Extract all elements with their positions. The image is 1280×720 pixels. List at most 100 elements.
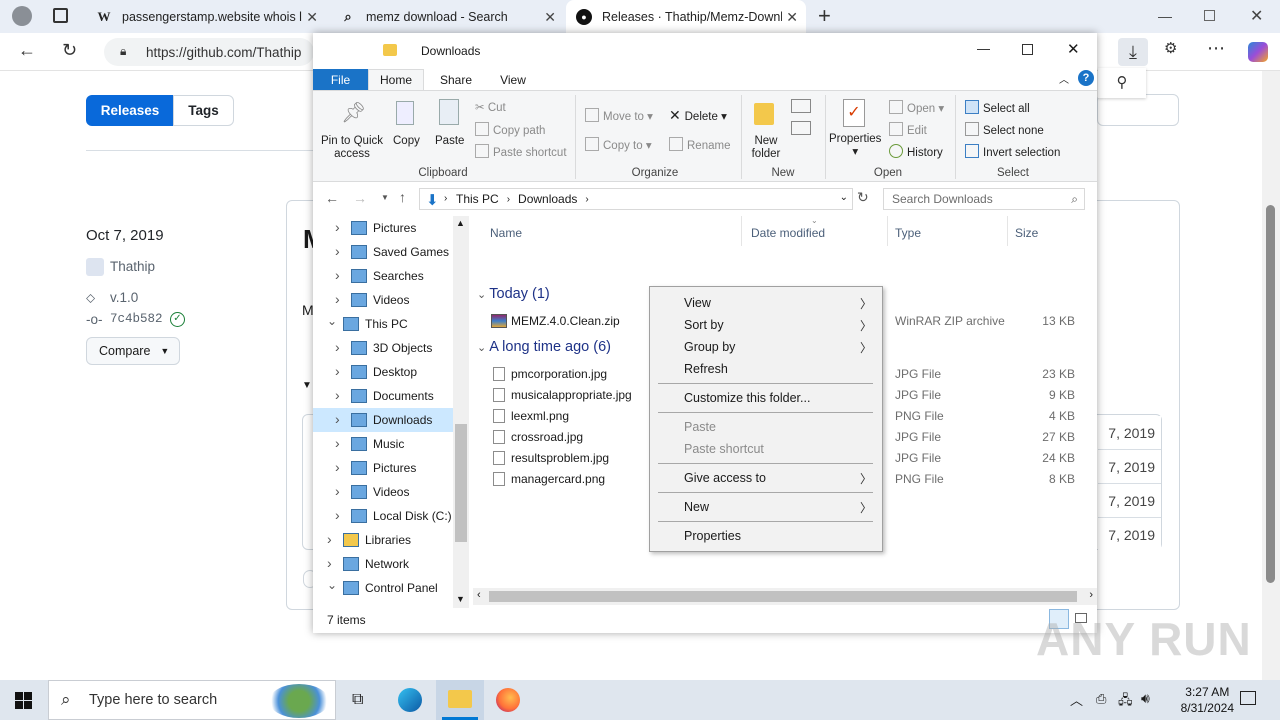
tree-item[interactable]: › Music <box>313 432 453 456</box>
tree-item[interactable]: ⌄ Control Panel <box>313 576 453 600</box>
edit-button[interactable]: Edit <box>889 122 927 137</box>
network-icon[interactable]: 🖧︎ <box>1118 691 1133 713</box>
scroll-right-icon[interactable]: › <box>1089 589 1093 601</box>
history-button[interactable]: History <box>889 144 943 159</box>
tree-item[interactable]: ⌄ This PC <box>313 312 453 336</box>
scroll-thumb[interactable] <box>1266 205 1275 583</box>
tree-scroll-thumb[interactable] <box>455 424 467 542</box>
group-header-today[interactable]: ⌄ Today (1) <box>477 286 550 302</box>
task-view-icon[interactable]: ⧉ <box>352 691 363 709</box>
easy-access-icon[interactable] <box>791 121 811 135</box>
chevron-right-icon[interactable]: › <box>335 411 340 427</box>
tab-share[interactable]: Share <box>427 69 485 90</box>
chevron-right-icon[interactable]: › <box>335 435 340 451</box>
menu-item-sort-by[interactable]: Sort by <box>684 318 724 332</box>
commit-link[interactable]: 7c4b582 <box>110 312 163 326</box>
tree-item[interactable]: › Searches <box>313 264 453 288</box>
tab-whois[interactable]: W passengerstamp.website whois lo ✕ <box>86 0 326 33</box>
show-hidden-icons[interactable]: ︿ <box>1070 690 1083 709</box>
tab-file[interactable]: File <box>313 69 368 90</box>
file-explorer-taskbar-icon[interactable] <box>436 680 484 720</box>
tab-view[interactable]: View <box>485 69 541 90</box>
menu-item-paste[interactable]: Paste <box>684 420 716 434</box>
author-link[interactable]: Thathip <box>110 259 155 274</box>
tree-item[interactable]: › Local Disk (C:) <box>313 504 453 528</box>
download-flyout-pin-icon[interactable]: ⚲ <box>1098 68 1146 98</box>
chevron-right-icon[interactable]: › <box>335 291 340 307</box>
tree-item[interactable]: › Libraries <box>313 528 453 552</box>
search-downloads-input[interactable]: Search Downloads ⌕ <box>883 188 1085 210</box>
invert-selection-button[interactable]: Invert selection <box>965 144 1060 159</box>
tree-item[interactable]: › Downloads <box>313 408 453 432</box>
tab-search[interactable]: ⌕ memz download - Search ✕ <box>330 0 564 33</box>
new-item-icon[interactable] <box>791 99 811 113</box>
close-explorer-icon[interactable]: ✕ <box>1067 40 1080 58</box>
menu-item-properties[interactable]: Properties <box>684 529 741 543</box>
close-browser-icon[interactable]: ✕ <box>1250 6 1263 26</box>
page-scrollbar[interactable] <box>1262 71 1280 680</box>
close-tab-icon[interactable]: ✕ <box>544 9 556 26</box>
column-size[interactable]: Size <box>1015 226 1038 240</box>
chevron-right-icon[interactable]: › <box>327 531 332 547</box>
cut-button[interactable]: ✂ Cut <box>475 100 506 114</box>
chevron-right-icon[interactable]: › <box>335 243 340 259</box>
scroll-left-icon[interactable]: ‹ <box>477 589 481 601</box>
notifications-icon[interactable] <box>1240 691 1256 705</box>
close-tab-icon[interactable]: ✕ <box>306 9 318 26</box>
delete-button[interactable]: ✕ Delete ▾ <box>669 107 727 124</box>
file-list-hscrollbar[interactable]: ‹ › <box>473 588 1097 605</box>
minimize-explorer-icon[interactable]: — <box>977 41 990 56</box>
tree-item[interactable]: › Videos <box>313 480 453 504</box>
compare-button[interactable]: Compare ▼ <box>86 337 180 365</box>
profile-avatar[interactable] <box>12 6 32 26</box>
menu-item-paste-shortcut[interactable]: Paste shortcut <box>684 442 764 456</box>
open-button[interactable]: Open ▾ <box>889 100 944 115</box>
properties-button[interactable]: Properties ▾ <box>829 133 881 159</box>
chevron-down-icon[interactable]: ⌄ <box>327 578 337 592</box>
taskbar-clock[interactable]: 3:27 AM 8/31/2024 <box>1181 684 1234 716</box>
chevron-right-icon[interactable]: › <box>335 387 340 403</box>
breadcrumb-downloads[interactable]: Downloads <box>518 192 577 206</box>
chevron-right-icon[interactable]: › <box>327 555 332 571</box>
chevron-right-icon[interactable]: › <box>335 267 340 283</box>
minimize-browser-icon[interactable]: — <box>1158 8 1172 24</box>
new-folder-button[interactable]: New folder <box>747 135 785 161</box>
copy-to-button[interactable]: Copy to ▾ <box>585 137 652 152</box>
tree-item[interactable]: › 3D Objects <box>313 336 453 360</box>
menu-item-customize[interactable]: Customize this folder... <box>684 391 810 405</box>
copy-path-button[interactable]: Copy path <box>475 122 545 137</box>
menu-item-view[interactable]: View <box>684 296 711 310</box>
chevron-down-icon[interactable]: ⌄ <box>327 314 337 328</box>
copy-button[interactable]: Copy <box>393 135 420 147</box>
assets-toggle-icon[interactable]: ▼ <box>302 380 312 391</box>
releases-tab-button[interactable]: Releases <box>86 95 174 126</box>
volume-icon[interactable]: 🔊︎ <box>1141 690 1150 707</box>
pin-to-quick-access-button[interactable]: Pin to Quick access <box>319 135 385 161</box>
chevron-right-icon[interactable]: › <box>335 507 340 523</box>
device-icon[interactable]: ⎙ <box>1096 691 1106 707</box>
tree-item[interactable]: › Pictures <box>313 216 453 240</box>
tree-item[interactable]: › Pictures <box>313 456 453 480</box>
windows-start-icon[interactable] <box>15 692 32 709</box>
download-icon[interactable]: ⤓ <box>1118 38 1148 66</box>
tree-item[interactable]: › Saved Games <box>313 240 453 264</box>
restore-browser-icon[interactable] <box>1204 10 1215 21</box>
tab-home[interactable]: Home <box>368 69 424 90</box>
maximize-explorer-icon[interactable] <box>1022 44 1033 55</box>
menu-item-give-access[interactable]: Give access to <box>684 471 766 485</box>
column-date-modified[interactable]: Date modified <box>751 226 825 240</box>
new-tab-button[interactable]: + <box>818 3 831 29</box>
back-arrow-icon[interactable]: ← <box>325 190 339 206</box>
address-bar[interactable]: 🔒︎ https://github.com/Thathip <box>104 38 314 66</box>
close-tab-icon[interactable]: ✕ <box>786 9 798 26</box>
tab-actions-icon[interactable] <box>53 8 68 23</box>
rename-button[interactable]: Rename <box>669 137 730 152</box>
column-name[interactable]: Name <box>490 226 522 240</box>
select-all-button[interactable]: Select all <box>965 100 1030 115</box>
breadcrumb-this-pc[interactable]: This PC <box>456 192 499 206</box>
chevron-right-icon[interactable]: › <box>335 459 340 475</box>
tab-releases[interactable]: ● Releases · Thathip/Memz-Downlo ✕ <box>566 0 806 33</box>
help-icon[interactable]: ? <box>1078 70 1094 86</box>
scroll-up-icon[interactable]: ▲ <box>456 218 465 228</box>
extensions-icon[interactable]: ⚙ <box>1164 39 1177 57</box>
